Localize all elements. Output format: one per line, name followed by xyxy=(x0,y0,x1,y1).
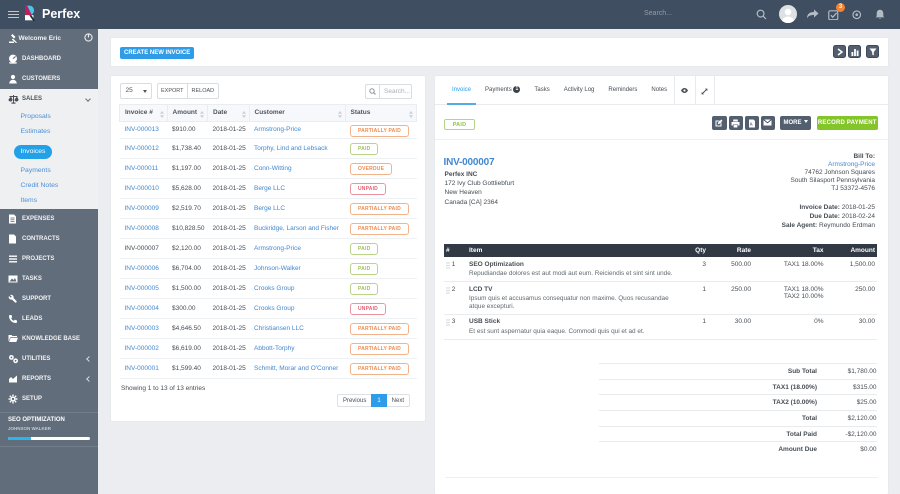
svg-text:A: A xyxy=(749,122,752,127)
